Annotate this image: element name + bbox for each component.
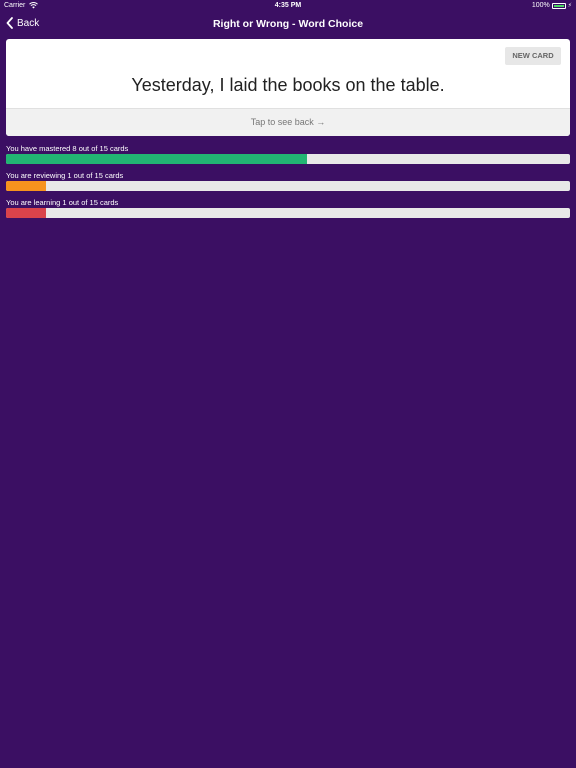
arrow-right-icon: → (316, 117, 326, 127)
status-time: 4:35 PM (274, 2, 302, 9)
progress-fill (6, 154, 307, 164)
card-front-text: Yesterday, I laid the books on the table… (131, 75, 445, 95)
battery-percent: 100% (531, 2, 550, 9)
tap-to-flip-button[interactable]: Tap to see back → (6, 108, 570, 136)
tap-label: Tap to see back (250, 117, 314, 127)
progress-label: You are reviewing 1 out of 15 cards (6, 171, 124, 180)
progress-fill (6, 181, 47, 191)
nav-bar: Back Right or Wrong - Word Choice (0, 13, 576, 37)
charging-icon: ⚡ (567, 3, 572, 9)
progress-fill (6, 208, 47, 218)
progress-label: You have mastered 8 out of 15 cards (6, 144, 129, 153)
progress-track (6, 154, 570, 164)
progress-mastered: You have mastered 8 out of 15 cards (6, 144, 570, 164)
page-title: Right or Wrong - Word Choice (212, 18, 364, 30)
status-bar: Carrier 4:35 PM 100% ⚡ (0, 0, 576, 13)
new-card-button[interactable]: NEW CARD (505, 47, 561, 65)
status-right: 100% ⚡ (532, 2, 572, 9)
flashcard[interactable]: NEW CARD Yesterday, I laid the books on … (6, 39, 570, 136)
progress-label: You are learning 1 out of 15 cards (6, 198, 119, 207)
progress-learning: You are learning 1 out of 15 cards (6, 198, 570, 218)
progress-track (6, 208, 570, 218)
progress-track (6, 181, 570, 191)
progress-reviewing: You are reviewing 1 out of 15 cards (6, 171, 570, 191)
battery-icon (551, 2, 566, 9)
